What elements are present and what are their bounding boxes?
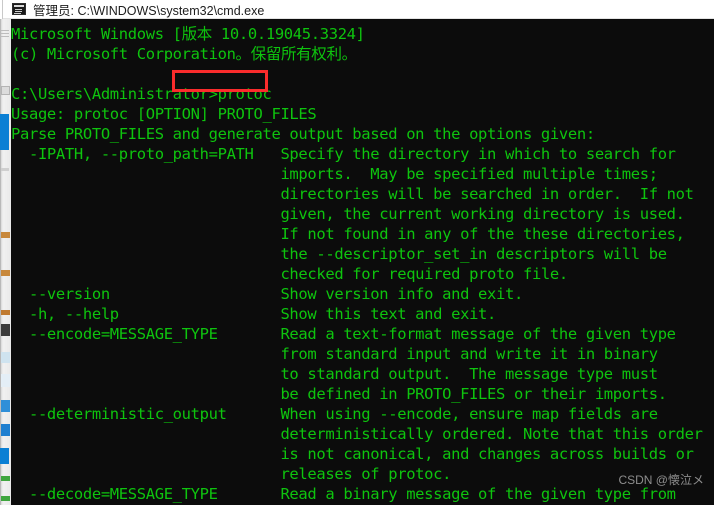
console-line: C:\Users\Administrator>protoc bbox=[11, 85, 272, 103]
console-line: If not found in any of the these directo… bbox=[11, 225, 685, 243]
strip-icon-arrow bbox=[1, 400, 10, 412]
console-line: --version Show version info and exit. bbox=[11, 285, 523, 303]
console-line: -IPATH, --proto_path=PATH Specify the di… bbox=[11, 145, 676, 163]
console-line: --deterministic_output When using --enco… bbox=[11, 405, 658, 423]
console-line: the --descriptor_set_in descriptors will… bbox=[11, 245, 667, 263]
console-line: checked for required proto file. bbox=[11, 265, 568, 283]
console-line: Microsoft Windows [版本 10.0.19045.3324] bbox=[11, 25, 365, 43]
console-line: (c) Microsoft Corporation。保留所有权利。 bbox=[11, 45, 357, 63]
titlebar[interactable]: 管理员: C:\WINDOWS\system32\cmd.exe bbox=[0, 0, 714, 19]
strip-icon-folder bbox=[1, 86, 10, 95]
strip-icon-status-2 bbox=[1, 496, 10, 501]
strip-icon-note bbox=[1, 374, 10, 387]
strip-icon-app bbox=[1, 324, 10, 336]
csdn-watermark: CSDN @懐泣メ bbox=[618, 473, 704, 487]
window-title: 管理员: C:\WINDOWS\system32\cmd.exe bbox=[33, 3, 265, 18]
cmd-console-icon bbox=[12, 3, 26, 15]
screen: 管理员: C:\WINDOWS\system32\cmd.exe Microso… bbox=[0, 0, 714, 505]
strip-icon-doc bbox=[1, 352, 10, 363]
strip-icon-status-1 bbox=[1, 476, 10, 481]
console-line: deterministically ordered. Note that thi… bbox=[11, 425, 703, 443]
console-line: Usage: protoc [OPTION] PROTO_FILES bbox=[11, 105, 317, 123]
strip-scrollbar-thumb[interactable] bbox=[0, 114, 9, 150]
console-line: --decode=MESSAGE_TYPE Read a binary mess… bbox=[11, 485, 676, 503]
console-line: imports. May be specified multiple times… bbox=[11, 165, 658, 183]
console-output-area[interactable]: Microsoft Windows [版本 10.0.19045.3324] (c… bbox=[11, 19, 714, 505]
strip-icon-generic-1 bbox=[1, 232, 10, 238]
strip-icon-generic-3 bbox=[1, 310, 10, 315]
strip-scrollbar-thumb-2[interactable] bbox=[0, 448, 9, 464]
background-window-strip bbox=[0, 18, 11, 505]
console-line: is not canonical, and changes across bui… bbox=[11, 445, 694, 463]
console-line: -h, --help Show this text and exit. bbox=[11, 305, 497, 323]
console-line: to standard output. The message type mus… bbox=[11, 365, 658, 383]
console-line: --encode=MESSAGE_TYPE Read a text-format… bbox=[11, 325, 676, 343]
console-line: releases of protoc. bbox=[11, 465, 452, 483]
strip-icon-generic-2 bbox=[1, 270, 10, 276]
console-line: given, the current working directory is … bbox=[11, 205, 685, 223]
console-line: be defined in PROTO_FILES or their impor… bbox=[11, 385, 667, 403]
console-line: Parse PROTO_FILES and generate output ba… bbox=[11, 125, 595, 143]
console-line: directories will be searched in order. I… bbox=[11, 185, 694, 203]
console-lines: Microsoft Windows [版本 10.0.19045.3324] (c… bbox=[11, 24, 714, 505]
console-line: from standard input and write it in bina… bbox=[11, 345, 658, 363]
titlebar-left-edge bbox=[0, 0, 3, 19]
strip-icon-cursor bbox=[1, 424, 10, 436]
